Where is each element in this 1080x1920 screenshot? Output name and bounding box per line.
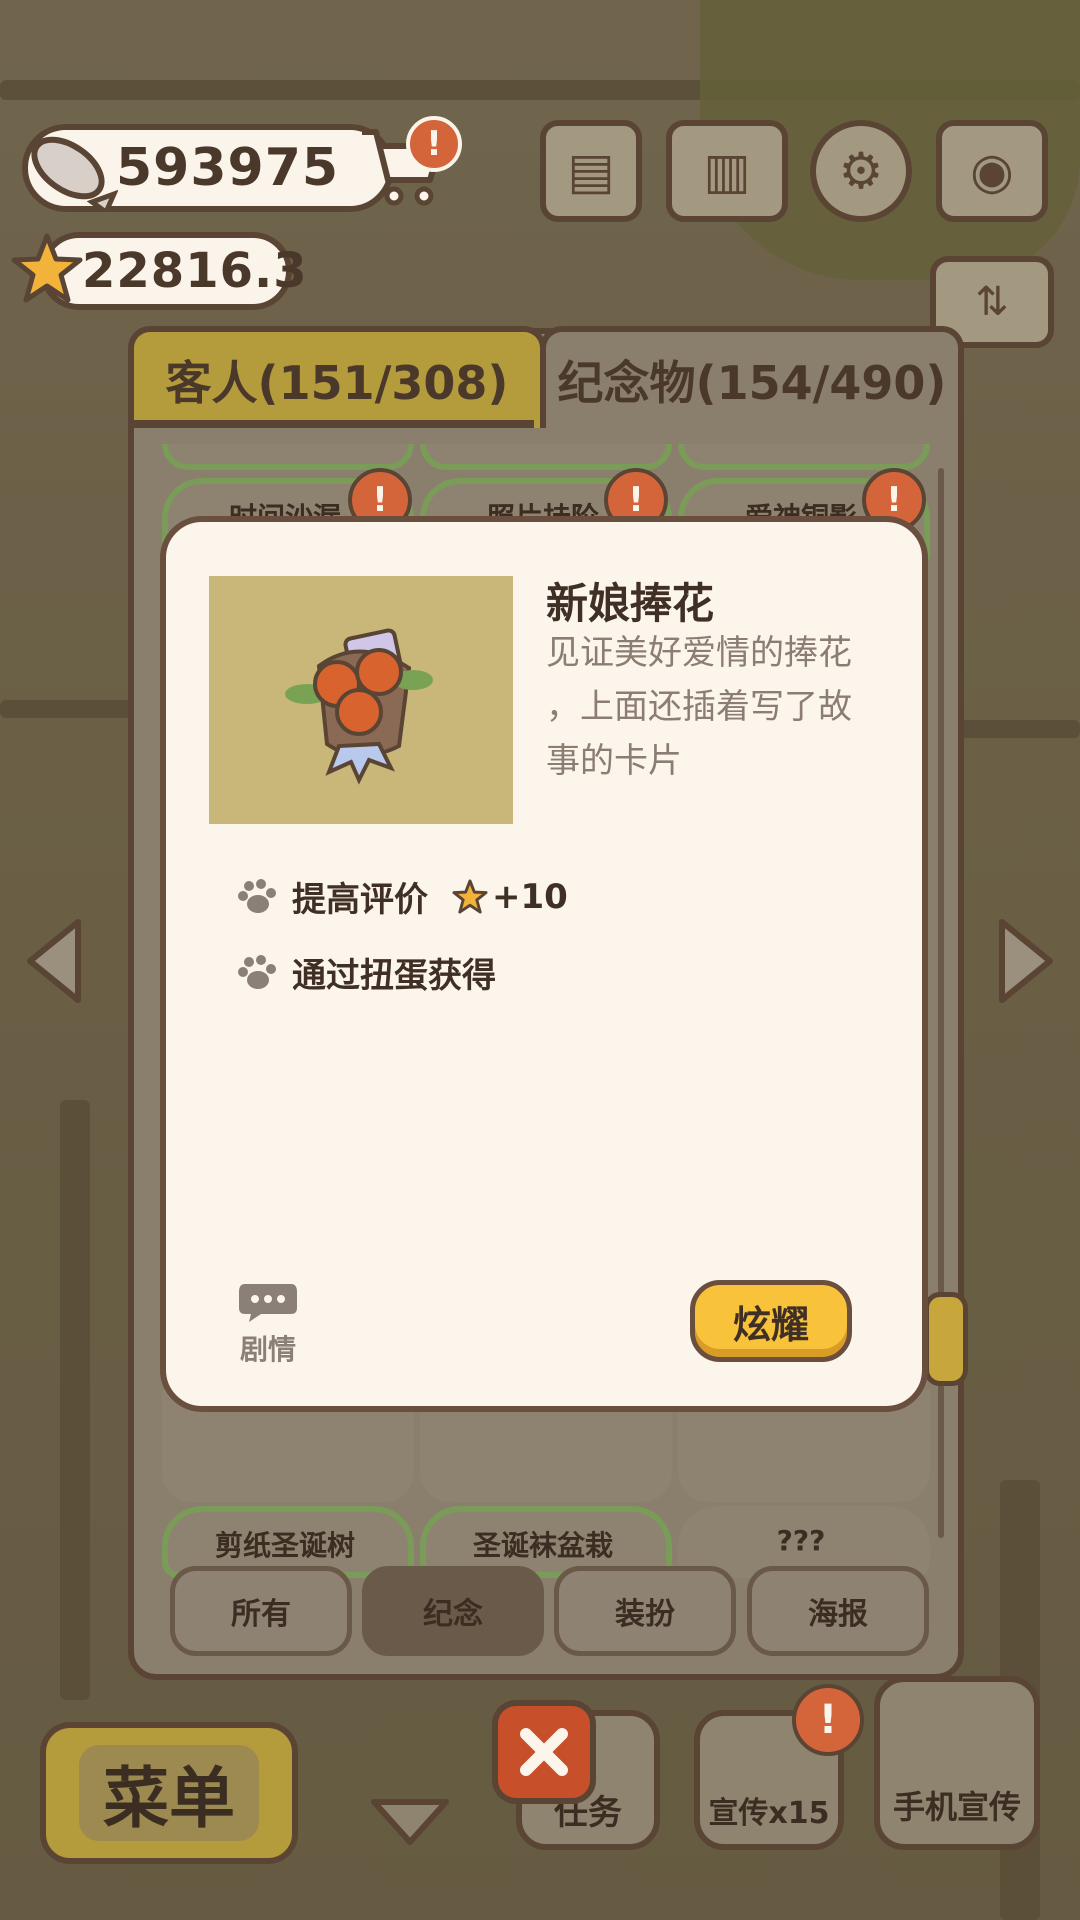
settings-button[interactable]: ⚙ xyxy=(810,120,912,222)
chevron-right-icon xyxy=(999,919,1053,1003)
attr-source-label: 通过扭蛋获得 xyxy=(292,956,496,996)
memento-card[interactable] xyxy=(162,444,414,470)
filter-poster-label: 海报 xyxy=(808,1597,868,1632)
tab-mementos[interactable]: 纪念物(154/490) xyxy=(540,326,964,428)
item-description-line: 事的卡片 xyxy=(546,741,682,781)
chevron-down-icon xyxy=(371,1799,449,1845)
promo-alert-badge: ! xyxy=(792,1684,864,1756)
item-title: 新娘捧花 xyxy=(546,579,715,628)
memento-card[interactable] xyxy=(678,444,930,470)
fish-icon xyxy=(31,136,118,212)
sort-icon: ⇅ xyxy=(975,279,1009,325)
attr-rating-row: 提高评价 +10 xyxy=(236,872,568,921)
tab-mementos-label: 纪念物(154/490) xyxy=(557,356,947,410)
cart-alert-badge: ! xyxy=(406,116,462,172)
item-description-line: ，上面还插着写了故 xyxy=(546,687,852,727)
filter-all-button[interactable]: 所有 xyxy=(170,1566,352,1656)
fish-currency: 593975 xyxy=(22,124,394,212)
promo-label: 宣传x15 xyxy=(708,1796,830,1831)
flaunt-button[interactable]: 炫耀 xyxy=(690,1280,852,1362)
attr-rating-label: 提高评价 xyxy=(292,880,428,920)
star-amount: 22816.3 xyxy=(82,243,308,299)
scroll-thumb[interactable] xyxy=(924,1292,968,1386)
close-modal-button[interactable] xyxy=(492,1700,596,1804)
map-icon: ◉ xyxy=(970,142,1014,200)
tab-guests-label: 客人(151/308) xyxy=(165,356,509,410)
tab-guests[interactable]: 客人(151/308) xyxy=(128,326,546,428)
filter-costume-label: 装扮 xyxy=(615,1597,675,1632)
paw-icon xyxy=(238,954,276,989)
story-label: 剧情 xyxy=(239,1333,296,1366)
filter-memento-button[interactable]: 纪念 xyxy=(362,1566,544,1656)
filter-all-label: 所有 xyxy=(231,1597,291,1632)
attr-source-row: 通过扭蛋获得 xyxy=(236,948,496,997)
filter-costume-button[interactable]: 装扮 xyxy=(554,1566,736,1656)
gear-icon: ⚙ xyxy=(838,142,884,200)
memento-card-label: ??? xyxy=(776,1524,826,1557)
chat-icon xyxy=(239,1284,297,1322)
filter-poster-button[interactable]: 海报 xyxy=(747,1566,929,1656)
item-description: 见证美好爱情的捧花 ，上面还插着写了故 事的卡片 xyxy=(546,626,886,788)
item-description-line: 见证美好爱情的捧花 xyxy=(546,633,852,673)
news-icon: ▤ xyxy=(567,142,615,200)
item-image xyxy=(209,576,513,824)
fish-amount: 593975 xyxy=(116,138,340,198)
menu-button[interactable]: 菜单 xyxy=(40,1722,298,1864)
attr-rating-value: +10 xyxy=(492,876,568,917)
news-button[interactable]: ▤ xyxy=(540,120,642,222)
bouquet-icon xyxy=(285,628,433,785)
close-icon xyxy=(520,1728,568,1776)
chevron-left-icon xyxy=(27,919,81,1003)
collapse-button[interactable] xyxy=(368,1796,452,1852)
memento-card-label: 圣诞袜盆栽 xyxy=(472,1529,613,1562)
menu-label: 菜单 xyxy=(79,1745,259,1841)
catalog-button[interactable]: ▥ xyxy=(666,120,788,222)
next-arrow-button[interactable] xyxy=(994,916,1058,1010)
prev-arrow-button[interactable] xyxy=(22,916,86,1010)
memento-card[interactable] xyxy=(420,444,672,470)
map-button[interactable]: ◉ xyxy=(936,120,1048,222)
phone-promo-button[interactable]: 手机宣传 xyxy=(874,1676,1040,1850)
star-icon xyxy=(452,878,488,914)
memento-card-label: 剪纸圣诞树 xyxy=(214,1529,355,1562)
star-icon xyxy=(11,233,83,303)
filter-memento-label: 纪念 xyxy=(423,1597,483,1632)
tab-underline xyxy=(134,420,534,428)
flaunt-label: 炫耀 xyxy=(732,1302,809,1347)
paw-icon xyxy=(238,878,276,913)
phone-promo-label: 手机宣传 xyxy=(892,1788,1021,1826)
story-button[interactable]: 剧情 xyxy=(232,1280,304,1368)
book-icon: ▥ xyxy=(703,142,751,200)
